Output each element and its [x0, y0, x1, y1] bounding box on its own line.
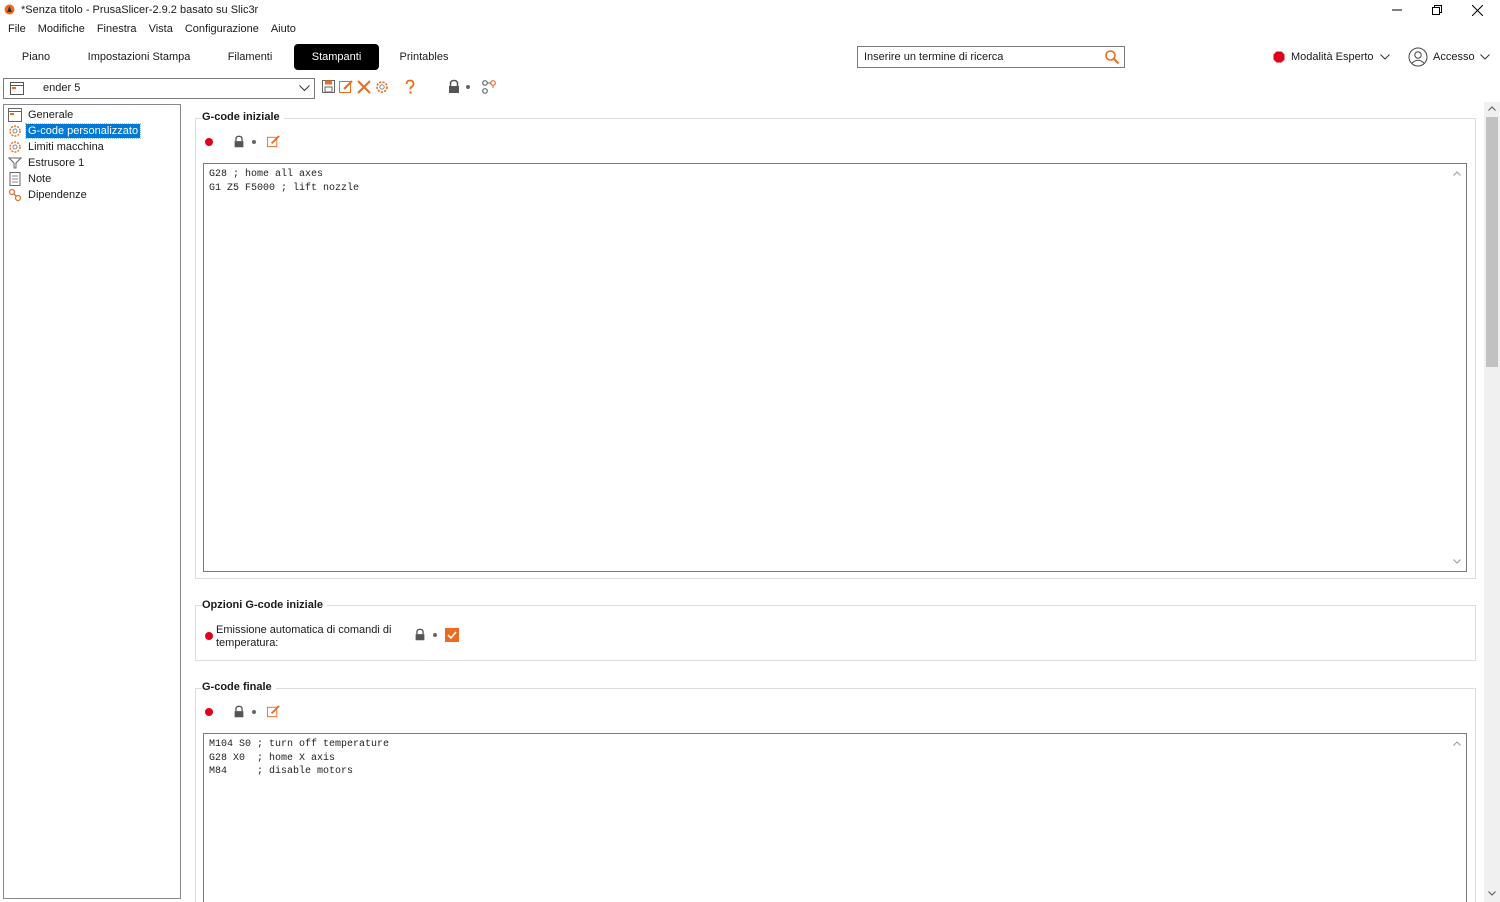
search-box	[857, 46, 1125, 68]
scroll-up-arrow-icon[interactable]	[1488, 106, 1496, 111]
account-label: Accesso	[1433, 51, 1475, 63]
modified-value-dot-icon	[205, 708, 213, 716]
save-preset-icon[interactable]	[321, 79, 337, 95]
sidebar-item-label: Estrusore 1	[28, 157, 85, 169]
modified-value-dot-icon	[205, 138, 213, 146]
menu-finestra[interactable]: Finestra	[91, 20, 143, 38]
minimize-button[interactable]	[1377, 0, 1417, 20]
user-avatar-icon	[1408, 47, 1428, 67]
option-label-line1: Emissione automatica di comandi di	[216, 624, 392, 636]
prusaslicer-logo-icon	[4, 4, 15, 15]
autoemit-temperature-label: Emissione automatica di comandi di tempe…	[216, 624, 391, 650]
help-question-icon[interactable]	[402, 79, 418, 95]
menu-aiuto[interactable]: Aiuto	[265, 20, 302, 38]
menu-bar: File Modifiche Finestra Vista Configuraz…	[0, 20, 302, 38]
printer-icon	[10, 82, 24, 95]
funnel-icon	[8, 157, 22, 169]
scroll-down-arrow-icon[interactable]	[1453, 559, 1461, 564]
chevron-down-icon	[1479, 54, 1490, 60]
autoemit-temperature-checkbox[interactable]	[445, 628, 459, 642]
scroll-up-arrow-icon[interactable]	[1453, 171, 1461, 176]
cog-icon	[9, 141, 21, 153]
settings-page-tree: Generale G-code personalizzato Limiti ma…	[3, 104, 181, 899]
editor-scrollbar[interactable]	[1449, 165, 1465, 570]
sidebar-item-label: Generale	[28, 109, 74, 121]
edit-gcode-icon[interactable]	[266, 704, 281, 719]
rename-preset-icon[interactable]	[338, 79, 354, 95]
mode-label: Modalità Esperto	[1291, 51, 1374, 63]
preset-name: ender 5	[43, 82, 81, 94]
sidebar-item-generale[interactable]: Generale	[8, 107, 75, 123]
end-gcode-text[interactable]: M104 S0 ; turn off temperature G28 X0 ; …	[209, 738, 389, 779]
sidebar-item-label: G-code personalizzato	[24, 123, 142, 139]
delete-preset-icon[interactable]	[356, 79, 372, 95]
sidebar-item-gcode-personalizzato[interactable]: G-code personalizzato	[8, 123, 142, 139]
window-title: *Senza titolo - PrusaSlicer-2.9.2 basato…	[21, 4, 259, 16]
tab-printables[interactable]: Printables	[392, 44, 456, 70]
end-gcode-editor[interactable]: M104 S0 ; turn off temperature G28 X0 ; …	[203, 733, 1467, 902]
restore-icon	[1432, 5, 1442, 15]
menu-configurazione[interactable]: Configurazione	[179, 20, 265, 38]
menu-vista[interactable]: Vista	[143, 20, 179, 38]
scroll-up-arrow-icon[interactable]	[1453, 741, 1461, 746]
restore-button[interactable]	[1417, 0, 1457, 20]
edit-gcode-icon[interactable]	[266, 134, 281, 149]
cog-icon	[9, 125, 21, 137]
mode-selector[interactable]: Modalità Esperto	[1273, 48, 1390, 66]
close-window-button[interactable]	[1457, 0, 1497, 20]
sidebar-item-limiti-macchina[interactable]: Limiti macchina	[8, 139, 106, 155]
minimize-icon	[1392, 9, 1402, 11]
title-bar: *Senza titolo - PrusaSlicer-2.9.2 basato…	[0, 0, 1500, 20]
tab-stampanti[interactable]: Stampanti	[294, 44, 379, 70]
scrollbar-thumb[interactable]	[1486, 117, 1498, 367]
compare-presets-icon[interactable]	[481, 79, 497, 95]
reset-dot-icon[interactable]	[251, 139, 257, 145]
modified-value-dot-icon	[205, 632, 213, 640]
sidebar-item-estrusore-1[interactable]: Estrusore 1	[8, 155, 86, 171]
tab-impostazioni-stampa[interactable]: Impostazioni Stampa	[80, 44, 198, 70]
main-scrollbar[interactable]	[1484, 102, 1500, 902]
tab-piano[interactable]: Piano	[10, 44, 62, 70]
chevron-down-icon	[299, 85, 310, 92]
printer-icon	[8, 108, 22, 122]
sidebar-item-label: Limiti macchina	[28, 141, 104, 153]
option-label-line2: temperatura:	[216, 637, 279, 649]
tab-filamenti[interactable]: Filamenti	[218, 44, 282, 70]
sidebar-item-note[interactable]: Note	[8, 171, 53, 187]
close-icon	[1471, 4, 1483, 16]
start-gcode-title: G-code iniziale	[202, 111, 284, 123]
sidebar-item-label: Note	[28, 173, 52, 185]
end-gcode-title: G-code finale	[202, 681, 276, 693]
start-gcode-options-title: Opzioni G-code iniziale	[202, 599, 328, 611]
expert-mode-icon	[1273, 51, 1285, 63]
lock-icon[interactable]	[232, 705, 246, 719]
physical-printer-gear-icon[interactable]	[374, 79, 390, 95]
reset-dot-icon[interactable]	[251, 709, 257, 715]
menu-file[interactable]: File	[2, 20, 32, 38]
tab-bar: Piano Impostazioni Stampa Filamenti Stam…	[0, 42, 1500, 72]
printer-preset-select[interactable]: ender 5	[3, 78, 315, 99]
search-input[interactable]	[858, 47, 1098, 67]
lock-icon[interactable]	[413, 628, 427, 642]
start-gcode-text[interactable]: G28 ; home all axes G1 Z5 F5000 ; lift n…	[209, 168, 359, 195]
lock-icon[interactable]	[446, 79, 462, 95]
sidebar-item-dipendenze[interactable]: Dipendenze	[8, 187, 89, 203]
reset-dot-icon[interactable]	[432, 632, 438, 638]
lock-icon[interactable]	[232, 135, 246, 149]
scroll-down-arrow-icon[interactable]	[1488, 891, 1496, 896]
account-button[interactable]: Accesso	[1408, 46, 1490, 68]
search-icon[interactable]	[1104, 49, 1120, 65]
start-gcode-editor[interactable]: G28 ; home all axes G1 Z5 F5000 ; lift n…	[203, 163, 1467, 572]
system-value-dot-icon	[466, 85, 470, 89]
sidebar-item-label: Dipendenze	[28, 189, 87, 201]
note-icon	[9, 172, 21, 186]
editor-scrollbar[interactable]	[1449, 735, 1465, 902]
menu-modifiche[interactable]: Modifiche	[32, 20, 91, 38]
dependency-icon	[8, 188, 22, 202]
chevron-down-icon	[1379, 54, 1390, 60]
